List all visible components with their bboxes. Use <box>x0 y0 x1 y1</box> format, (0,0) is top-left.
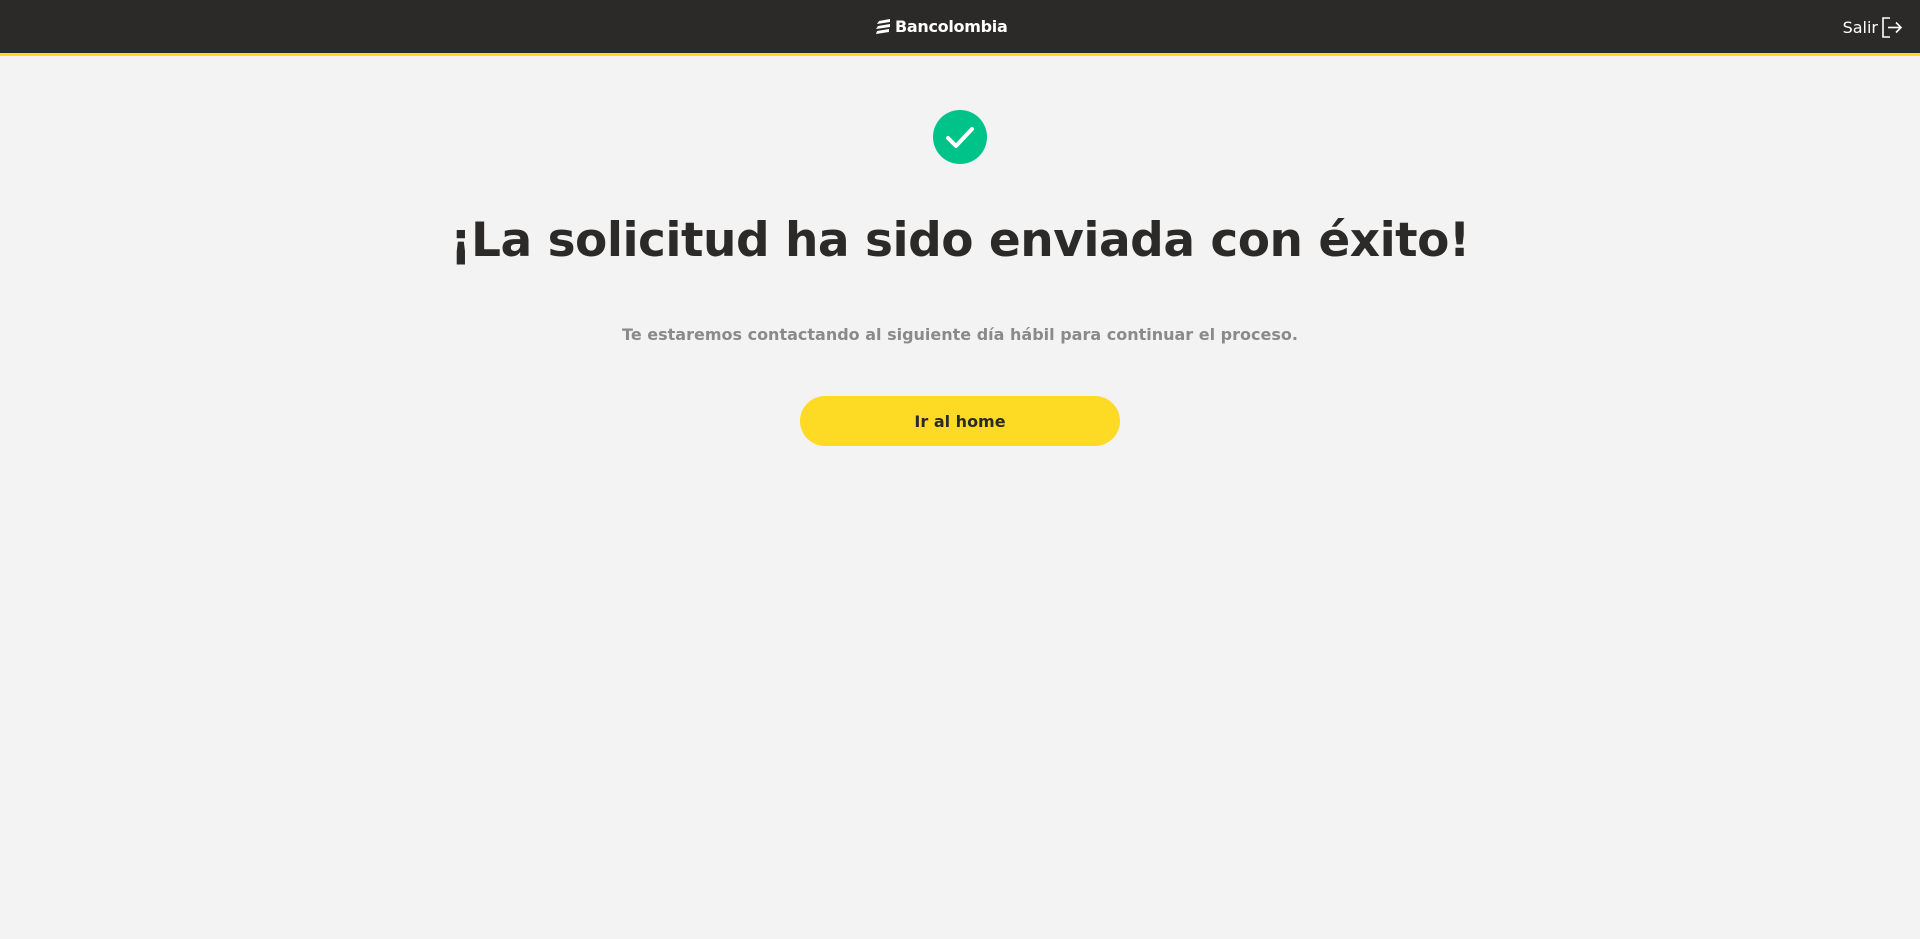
exit-icon <box>1882 17 1903 38</box>
top-bar: Bancolombia Salir <box>0 0 1920 56</box>
bancolombia-logo-icon <box>876 18 890 34</box>
exit-button[interactable]: Salir <box>1843 17 1903 38</box>
check-circle-icon <box>933 110 987 164</box>
bancolombia-logo[interactable]: Bancolombia <box>876 17 1008 36</box>
success-message: Te estaremos contactando al siguiente dí… <box>622 325 1298 344</box>
brand-name: Bancolombia <box>895 17 1008 36</box>
exit-label: Salir <box>1842 18 1878 37</box>
success-title: ¡La solicitud ha sido enviada con éxito! <box>450 213 1470 268</box>
go-home-button[interactable]: Ir al home <box>800 396 1120 446</box>
